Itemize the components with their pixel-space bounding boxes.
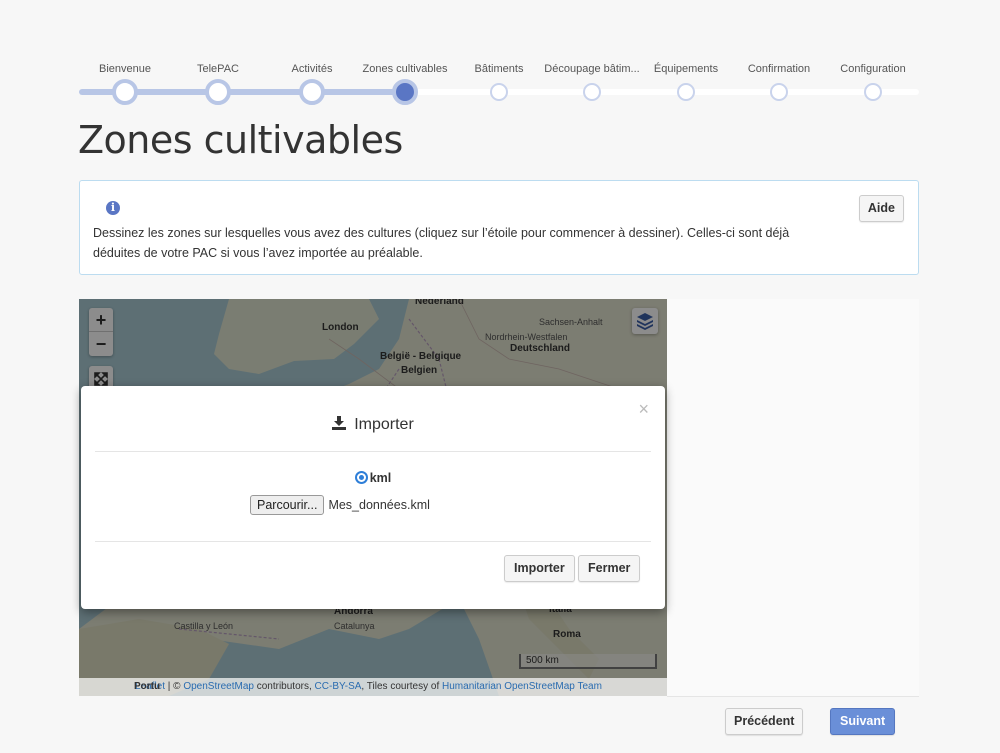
hot-link[interactable]: Humanitarian OpenStreetMap Team [442,681,602,692]
step-dot [677,83,695,101]
step-configuration[interactable]: Configuration [823,62,923,101]
step-activites[interactable]: Activités [262,62,362,105]
info-box: i Dessinez les zones sur lesquelles vous… [79,180,919,275]
browse-button[interactable]: Parcourir... [250,495,325,515]
step-label: Activités [291,63,333,75]
attribution-sep: | © [165,681,184,692]
step-confirmation[interactable]: Confirmation [729,62,829,101]
step-decoupage-batiments[interactable]: Découpage bâtim... [542,62,642,101]
import-button[interactable]: Importer [504,555,575,582]
file-input: Parcourir... Mes_données.kml [250,495,430,515]
next-button[interactable]: Suivant [830,708,896,735]
info-text-line2: déduites de votre PAC si vous l’avez imp… [93,246,423,260]
attribution-prefix: Portu [134,681,161,692]
kml-radio-label[interactable]: kml [370,471,392,485]
step-dot [112,79,138,105]
step-dot [770,83,788,101]
previous-button[interactable]: Précédent [725,708,804,735]
step-label: Configuration [840,63,906,75]
step-dot [490,83,508,101]
download-icon [332,416,347,430]
attribution-contributors: contributors, [253,681,315,692]
step-telepac[interactable]: TelePAC [168,62,268,105]
step-zones-cultivables[interactable]: Zones cultivables [355,62,455,105]
file-name: Mes_données.kml [328,498,430,512]
info-icon: i [106,201,120,215]
format-option: kml [81,471,665,485]
kml-radio[interactable] [354,471,368,484]
step-label: TelePAC [197,63,239,75]
step-label: Équipements [653,63,719,75]
step-label: Bienvenue [99,63,151,75]
import-modal: × Importer kml Parcourir... Mes_données.k… [81,386,665,609]
step-equipements[interactable]: Équipements [636,62,736,101]
step-dot [205,79,231,105]
footer-divider [667,696,919,697]
step-dot [583,83,601,101]
close-button[interactable]: Fermer [578,555,641,582]
help-button[interactable]: Aide [858,195,904,222]
step-batiments[interactable]: Bâtiments [449,62,549,101]
attribution-tiles: , Tiles courtesy of [361,681,443,692]
info-text-line1: Dessinez les zones sur lesquelles vous a… [93,226,790,240]
modal-title: Importer [81,416,665,434]
license-link[interactable]: CC-BY-SA [315,681,362,692]
step-label: Zones cultivables [362,63,448,75]
step-bienvenue[interactable]: Bienvenue [75,62,175,105]
info-text: Dessinez les zones sur lesquelles vous a… [93,223,823,263]
side-panel [667,299,919,696]
wizard-stepper: Bienvenue TelePAC Activités Zones cultiv… [79,62,919,105]
page-title: Zones cultivables [78,118,403,162]
step-label: Découpage bâtim... [544,63,640,75]
step-label: Confirmation [747,63,811,75]
step-dot [864,83,882,101]
map-attribution: Portu Leaflet | © OpenStreetMap contribu… [79,678,667,696]
step-dot [392,79,418,105]
step-dot [299,79,325,105]
modal-title-text: Importer [354,416,414,433]
step-label: Bâtiments [474,63,524,75]
modal-footer-divider [95,541,651,542]
osm-link[interactable]: OpenStreetMap [183,681,254,692]
